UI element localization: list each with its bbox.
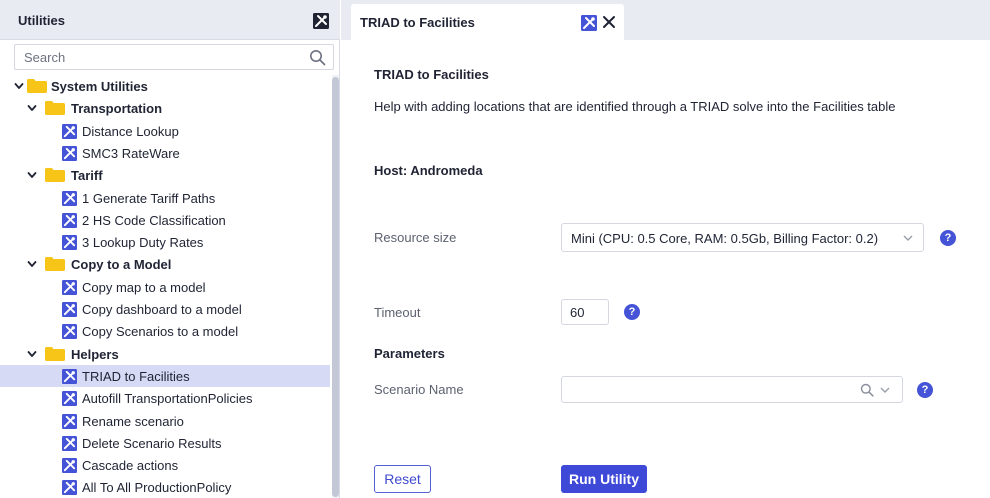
tree-utility-item[interactable]: Distance Lookup	[0, 120, 330, 142]
utilities-tree: System Utilities Transportation Distance L…	[0, 75, 330, 498]
tree-utility-item[interactable]: 2 HS Code Classification	[0, 209, 330, 231]
tree-utility-label: Delete Scenario Results	[82, 435, 222, 451]
tree-utility-item[interactable]: Copy dashboard to a model	[0, 298, 330, 320]
utilities-panel-title: Utilities	[18, 13, 65, 28]
tree-folder[interactable]: System Utilities	[0, 75, 330, 97]
chevron-down-icon	[903, 235, 913, 241]
reset-button[interactable]: Reset	[374, 465, 431, 493]
tree-utility-item[interactable]: All To All ProductionPolicy	[0, 476, 330, 498]
tree-utility-item[interactable]: Cascade actions	[0, 454, 330, 476]
tree-folder-label: Copy to a Model	[71, 257, 172, 273]
tree-utility-label: Cascade actions	[82, 458, 179, 474]
tab-triad-to-facilities[interactable]: TRIAD to Facilities	[351, 4, 624, 40]
tree-scrollbar-thumb[interactable]	[332, 77, 339, 497]
host-label: Host: Andromeda	[374, 163, 483, 178]
tree-utility-label: Distance Lookup	[82, 123, 179, 139]
search-input[interactable]	[15, 45, 305, 69]
tree-folder[interactable]: Copy to a Model	[0, 253, 330, 275]
help-icon[interactable]: ?	[624, 304, 640, 320]
folder-icon	[45, 101, 65, 116]
help-icon[interactable]: ?	[917, 382, 933, 398]
tab-label: TRIAD to Facilities	[360, 15, 475, 30]
tree-utility-item[interactable]: Copy Scenarios to a model	[0, 320, 330, 342]
utilities-panel: Utilities System Utilities Transportation…	[0, 0, 340, 498]
utilities-panel-header: Utilities	[0, 0, 340, 40]
utility-tools-icon[interactable]	[313, 13, 329, 29]
tree-utility-item[interactable]: 3 Lookup Duty Rates	[0, 231, 330, 253]
tree-utility-label: SMC3 RateWare	[82, 145, 180, 161]
utility-tools-icon	[62, 123, 77, 139]
utility-description: Help with adding locations that are iden…	[374, 99, 896, 114]
utility-tools-icon	[62, 435, 77, 451]
tree-utility-label: Copy dashboard to a model	[82, 302, 242, 317]
tree-utility-label: 1 Generate Tariff Paths	[82, 190, 216, 206]
tree-utility-label: 2 HS Code Classification	[82, 212, 226, 228]
utility-tools-icon	[62, 391, 77, 407]
tree-folder[interactable]: Tariff	[0, 164, 330, 186]
chevron-down-icon[interactable]	[27, 259, 37, 269]
tree-folder-label: System Utilities	[51, 79, 148, 94]
folder-icon	[45, 346, 65, 361]
search-icon[interactable]	[309, 49, 326, 66]
chevron-down-icon[interactable]	[27, 103, 37, 113]
run-utility-button[interactable]: Run Utility	[561, 465, 647, 493]
tree-utility-label: Rename scenario	[82, 413, 184, 429]
tree-utility-label: Copy Scenarios to a model	[82, 324, 239, 340]
chevron-down-icon[interactable]	[27, 349, 37, 359]
utility-tools-icon	[62, 368, 77, 384]
tree-folder[interactable]: Transportation	[0, 97, 330, 119]
utility-tools-icon	[62, 190, 77, 206]
help-icon[interactable]: ?	[940, 230, 956, 246]
utility-title: TRIAD to Facilities	[374, 67, 489, 82]
tree-folder-label: Helpers	[71, 346, 119, 362]
utility-tools-icon	[62, 413, 77, 429]
scenario-name-label: Scenario Name	[374, 382, 464, 397]
tree-folder[interactable]: Helpers	[0, 343, 330, 365]
parameters-heading: Parameters	[374, 346, 445, 361]
tree-utility-item[interactable]: Copy map to a model	[0, 276, 330, 298]
tree-utility-label: TRIAD to Facilities	[82, 368, 190, 384]
tree-utility-label: All To All ProductionPolicy	[82, 480, 232, 496]
utility-tools-icon	[62, 279, 77, 295]
chevron-down-icon[interactable]	[27, 170, 37, 180]
utility-tools-icon	[62, 235, 77, 251]
tree-utility-item[interactable]: Rename scenario	[0, 410, 330, 432]
close-icon[interactable]	[602, 15, 616, 29]
tree-utility-label: Copy map to a model	[82, 279, 206, 295]
tree-utility-label: Autofill TransportationPolicies	[82, 391, 253, 407]
utility-tools-icon	[62, 480, 77, 496]
folder-icon	[45, 257, 65, 272]
tree-utility-label: 3 Lookup Duty Rates	[82, 235, 204, 251]
resource-size-select[interactable]: Mini (CPU: 0.5 Core, RAM: 0.5Gb, Billing…	[561, 223, 924, 252]
scenario-name-select[interactable]	[561, 376, 903, 403]
tree-utility-item[interactable]: TRIAD to Facilities	[0, 364, 330, 387]
tree-folder-label: Tariff	[71, 168, 103, 184]
search-box	[14, 44, 334, 70]
tree-utility-item[interactable]: 1 Generate Tariff Paths	[0, 187, 330, 209]
timeout-label: Timeout	[374, 305, 421, 320]
resource-size-label: Resource size	[374, 230, 457, 245]
chevron-down-icon	[880, 387, 890, 393]
utility-tools-icon	[581, 15, 597, 31]
folder-icon	[27, 79, 47, 93]
timeout-input[interactable]	[561, 299, 609, 325]
tree-utility-item[interactable]: Autofill TransportationPolicies	[0, 387, 330, 409]
search-icon	[860, 383, 874, 397]
tree-utility-item[interactable]: Delete Scenario Results	[0, 432, 330, 454]
chevron-down-icon[interactable]	[14, 81, 24, 91]
utility-tools-icon	[62, 458, 77, 474]
resource-size-value: Mini (CPU: 0.5 Core, RAM: 0.5Gb, Billing…	[571, 231, 879, 246]
utility-tools-icon	[62, 212, 77, 228]
utility-tools-icon	[62, 324, 77, 340]
tree-folder-label: Transportation	[71, 101, 163, 117]
utility-tools-icon	[62, 302, 77, 317]
tree-scrollbar[interactable]	[332, 75, 339, 498]
folder-icon	[45, 168, 65, 183]
utility-tools-icon	[62, 145, 77, 161]
tree-utility-item[interactable]: SMC3 RateWare	[0, 142, 330, 164]
